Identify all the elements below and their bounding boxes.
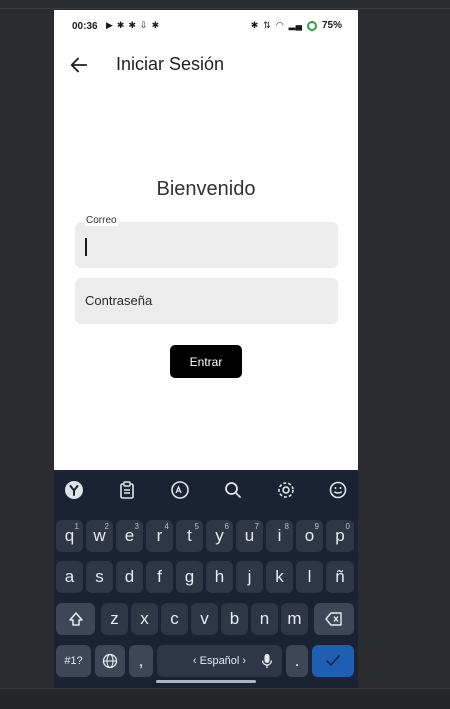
keyboard: q1 w2 e3 r4 t5 y6 u7 i8 o9 p0 a s d f g …: [54, 470, 358, 688]
key-f[interactable]: f: [146, 561, 173, 593]
back-arrow-icon[interactable]: [68, 54, 90, 76]
key-d[interactable]: d: [116, 561, 143, 593]
key-enye[interactable]: ñ: [326, 561, 354, 593]
backspace-icon: [325, 612, 342, 626]
battery-level: 75%: [321, 20, 342, 31]
key-a[interactable]: a: [56, 561, 83, 593]
enter-key[interactable]: [312, 645, 354, 677]
system-icons: ✱ ⇅ ◠ ▂▄ 75%: [251, 20, 342, 31]
key-e[interactable]: e3: [116, 520, 143, 552]
mic-key[interactable]: [252, 645, 282, 677]
key-u[interactable]: u7: [236, 520, 263, 552]
slack-icon: ✱: [116, 20, 125, 30]
search-icon[interactable]: [223, 480, 243, 500]
youtube-icon: ▶: [106, 20, 113, 30]
key-z[interactable]: z: [101, 603, 128, 635]
key-h[interactable]: h: [206, 561, 233, 593]
translate-icon[interactable]: [170, 480, 190, 500]
wifi-icon: ◠: [275, 20, 284, 30]
slack-icon: ✱: [128, 20, 137, 30]
signal-icon: ▂▄: [288, 20, 302, 30]
password-field[interactable]: Contraseña: [75, 278, 338, 324]
key-q[interactable]: q1: [56, 520, 83, 552]
key-k[interactable]: k: [266, 561, 293, 593]
symbols-key[interactable]: #1?: [56, 645, 91, 677]
key-p[interactable]: p0: [326, 520, 354, 552]
comma-key[interactable]: ,: [129, 645, 153, 677]
period-key[interactable]: .: [286, 645, 308, 677]
bluetooth-icon: ✱: [250, 20, 259, 30]
status-time: 00:36: [72, 21, 98, 32]
shift-icon: [68, 612, 83, 626]
gear-icon[interactable]: [276, 480, 296, 500]
key-i[interactable]: i8: [266, 520, 293, 552]
assistant-icon[interactable]: [64, 480, 84, 500]
desktop-top-divider: [0, 8, 450, 9]
key-w[interactable]: w2: [86, 520, 113, 552]
text-cursor: [85, 238, 87, 256]
email-label: Correo: [85, 215, 118, 226]
battery-icon: [306, 20, 317, 31]
data-icon: ⇅: [263, 20, 271, 30]
key-l[interactable]: l: [296, 561, 323, 593]
checkmark-icon: [326, 655, 340, 666]
key-y[interactable]: y6: [206, 520, 233, 552]
key-b[interactable]: b: [221, 603, 248, 635]
clipboard-icon[interactable]: [117, 480, 137, 500]
key-g[interactable]: g: [176, 561, 203, 593]
login-button[interactable]: Entrar: [170, 345, 242, 378]
keyboard-toolbar: [54, 470, 358, 508]
app-bar: Iniciar Sesión: [54, 46, 358, 86]
key-c[interactable]: c: [161, 603, 188, 635]
space-language-label: ‹ Español ›: [192, 655, 247, 667]
key-t[interactable]: t5: [176, 520, 203, 552]
key-n[interactable]: n: [251, 603, 278, 635]
notification-icons: ▶ ✱ ✱ ⇩ ✱: [106, 20, 159, 31]
globe-icon: [102, 653, 118, 669]
mic-icon: [261, 654, 273, 668]
backspace-key[interactable]: [314, 603, 354, 635]
key-j[interactable]: j: [236, 561, 263, 593]
password-placeholder: Contraseña: [85, 293, 153, 308]
key-x[interactable]: x: [131, 603, 158, 635]
key-r[interactable]: r4: [146, 520, 173, 552]
page-title: Iniciar Sesión: [116, 54, 225, 74]
email-field[interactable]: [75, 222, 338, 268]
gesture-bar: [156, 680, 256, 683]
key-o[interactable]: o9: [296, 520, 323, 552]
key-s[interactable]: s: [86, 561, 113, 593]
download-icon: ⇩: [140, 20, 148, 30]
shift-key[interactable]: [56, 603, 95, 635]
emoji-icon[interactable]: [328, 480, 348, 500]
desktop-bottom-bar: [0, 688, 450, 709]
welcome-heading: Bienvenido: [156, 178, 256, 200]
key-v[interactable]: v: [191, 603, 218, 635]
language-key[interactable]: [95, 645, 125, 677]
status-bar: 00:36 ▶ ✱ ✱ ⇩ ✱ ✱ ⇅ ◠ ▂▄ 75%: [54, 10, 358, 42]
slack-icon: ✱: [151, 20, 160, 30]
phone-screen: 00:36 ▶ ✱ ✱ ⇩ ✱ ✱ ⇅ ◠ ▂▄ 75% Iniciar Ses…: [54, 10, 358, 688]
key-m[interactable]: m: [281, 603, 308, 635]
